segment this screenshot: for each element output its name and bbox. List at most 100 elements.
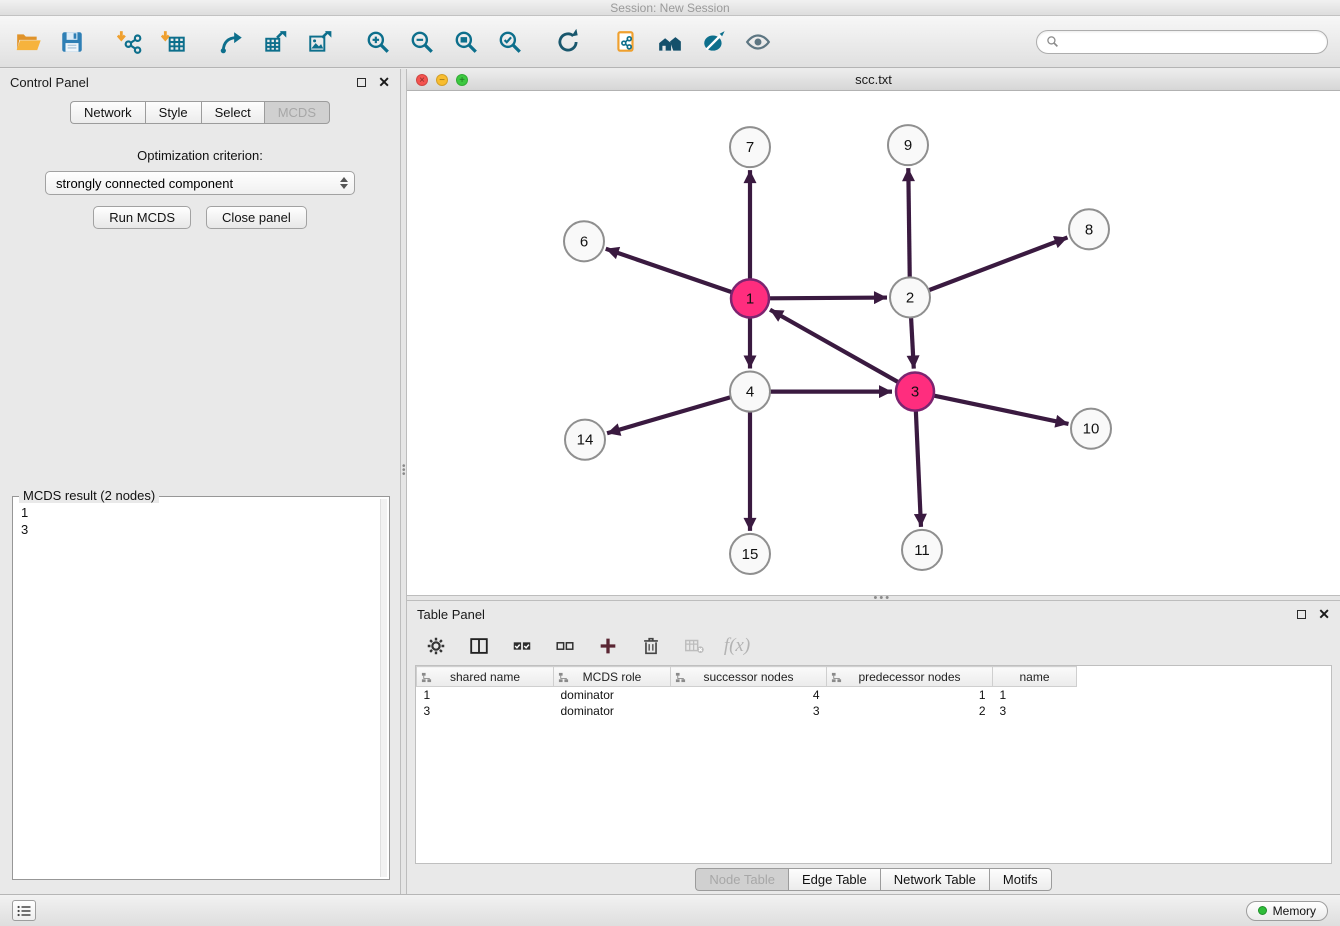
minimize-window-icon[interactable]: − [436,74,448,86]
zoom-selected-button[interactable] [494,26,526,58]
column-header-shared-name[interactable]: shared name [417,667,554,687]
plus-icon [597,635,619,657]
delete-table-button [681,633,707,659]
graph-edge-1-6[interactable] [606,249,732,292]
export-network-button[interactable] [216,26,248,58]
open-folder-icon [15,29,41,55]
graphics-toggle-button[interactable] [698,26,730,58]
main-area: Control Panel ✕ Network Style Select MCD… [0,69,1340,894]
deselect-all-button[interactable] [552,633,578,659]
table-row[interactable]: 1 dominator 4 1 1 [417,687,1077,703]
float-panel-icon[interactable] [1297,610,1306,619]
graph-edge-3-11[interactable] [916,411,921,527]
column-header-successor-nodes[interactable]: successor nodes [671,667,827,687]
node-table: shared name MCDS role successor nodes [416,666,1077,719]
file-group [12,26,88,58]
graph-node-label: 7 [746,139,754,156]
app-window: Session: New Session [0,0,1340,926]
cell-predecessor-nodes[interactable]: 1 [827,687,993,703]
trash-icon [640,635,662,657]
create-column-button[interactable] [595,633,621,659]
network-canvas[interactable]: 7968124314101511 [407,91,1340,595]
close-window-icon[interactable]: × [416,74,428,86]
close-panel-button[interactable]: Close panel [206,206,307,229]
criterion-select[interactable]: strongly connected component [45,171,355,195]
zoom-in-icon [365,29,391,55]
gear-icon [425,635,447,657]
tab-mcds[interactable]: MCDS [264,101,330,124]
cell-mcds-role[interactable]: dominator [554,703,671,719]
close-panel-icon[interactable]: ✕ [378,77,390,87]
tab-style[interactable]: Style [145,101,201,124]
cell-predecessor-nodes[interactable]: 2 [827,703,993,719]
window-controls: × − + [416,74,468,86]
show-columns-button[interactable] [466,633,492,659]
mcds-buttons: Run MCDS Close panel [0,206,400,229]
delete-column-button[interactable] [638,633,664,659]
import-table-button[interactable] [158,26,190,58]
list-icon [17,905,31,917]
tab-edge-table[interactable]: Edge Table [788,868,880,891]
export-image-button[interactable] [304,26,336,58]
tab-network-table[interactable]: Network Table [880,868,989,891]
close-panel-icon[interactable]: ✕ [1318,609,1330,619]
tab-network[interactable]: Network [70,101,145,124]
zoom-out-button[interactable] [406,26,438,58]
table-settings-button[interactable] [423,633,449,659]
home-button[interactable] [654,26,686,58]
maximize-window-icon[interactable]: + [456,74,468,86]
table-toolbar: f(x) [407,627,1340,665]
table-header-row: shared name MCDS role successor nodes [417,667,1077,687]
control-panel-tabs: Network Style Select MCDS [0,101,400,124]
run-mcds-button[interactable]: Run MCDS [93,206,191,229]
cell-shared-name[interactable]: 1 [417,687,554,703]
apply-layout-button[interactable] [552,26,584,58]
search-input[interactable] [1064,34,1318,49]
zoom-in-button[interactable] [362,26,394,58]
eye-icon [745,29,771,55]
column-tree-icon [675,672,686,683]
save-session-button[interactable] [56,26,88,58]
table-row[interactable]: 3 dominator 3 2 3 [417,703,1077,719]
graph-edge-1-2[interactable] [769,298,887,299]
task-history-button[interactable] [12,900,36,921]
zoom-fit-button[interactable] [450,26,482,58]
graph-edge-4-14[interactable] [607,397,732,433]
horizontal-splitter[interactable]: ••• [407,595,1340,601]
vertical-splitter[interactable]: ••• [400,69,407,894]
select-arrows-icon [340,177,348,189]
zoom-out-icon [409,29,435,55]
graph-edge-2-3[interactable] [911,316,914,368]
float-panel-icon[interactable] [357,78,366,87]
memory-button[interactable]: Memory [1246,901,1328,921]
clone-network-button[interactable] [610,26,642,58]
show-hide-button[interactable] [742,26,774,58]
search-box[interactable] [1036,30,1328,54]
column-header-predecessor-nodes[interactable]: predecessor nodes [827,667,993,687]
cell-name[interactable]: 3 [993,703,1077,719]
column-tree-icon [421,672,432,683]
export-table-icon [263,29,289,55]
open-session-button[interactable] [12,26,44,58]
export-table-button[interactable] [260,26,292,58]
cell-shared-name[interactable]: 3 [417,703,554,719]
graph-edge-3-1[interactable] [770,310,898,383]
refresh-icon [555,29,581,55]
tab-select[interactable]: Select [201,101,264,124]
graph-edge-2-8[interactable] [928,237,1068,290]
graph-edge-2-9[interactable] [908,168,909,278]
select-all-button[interactable] [509,633,535,659]
cell-mcds-role[interactable]: dominator [554,687,671,703]
tab-motifs[interactable]: Motifs [989,868,1052,891]
graph-edge-3-10[interactable] [934,396,1069,424]
import-network-button[interactable] [114,26,146,58]
column-header-mcds-role[interactable]: MCDS role [554,667,671,687]
cell-successor-nodes[interactable]: 3 [671,703,827,719]
result-scrollbar[interactable] [380,499,387,877]
column-header-name[interactable]: name [993,667,1077,687]
splitter-handle-icon: ••• [874,592,892,604]
table-panel: Table Panel ✕ [407,601,1340,894]
cell-successor-nodes[interactable]: 4 [671,687,827,703]
cell-name[interactable]: 1 [993,687,1077,703]
tab-node-table[interactable]: Node Table [695,868,788,891]
